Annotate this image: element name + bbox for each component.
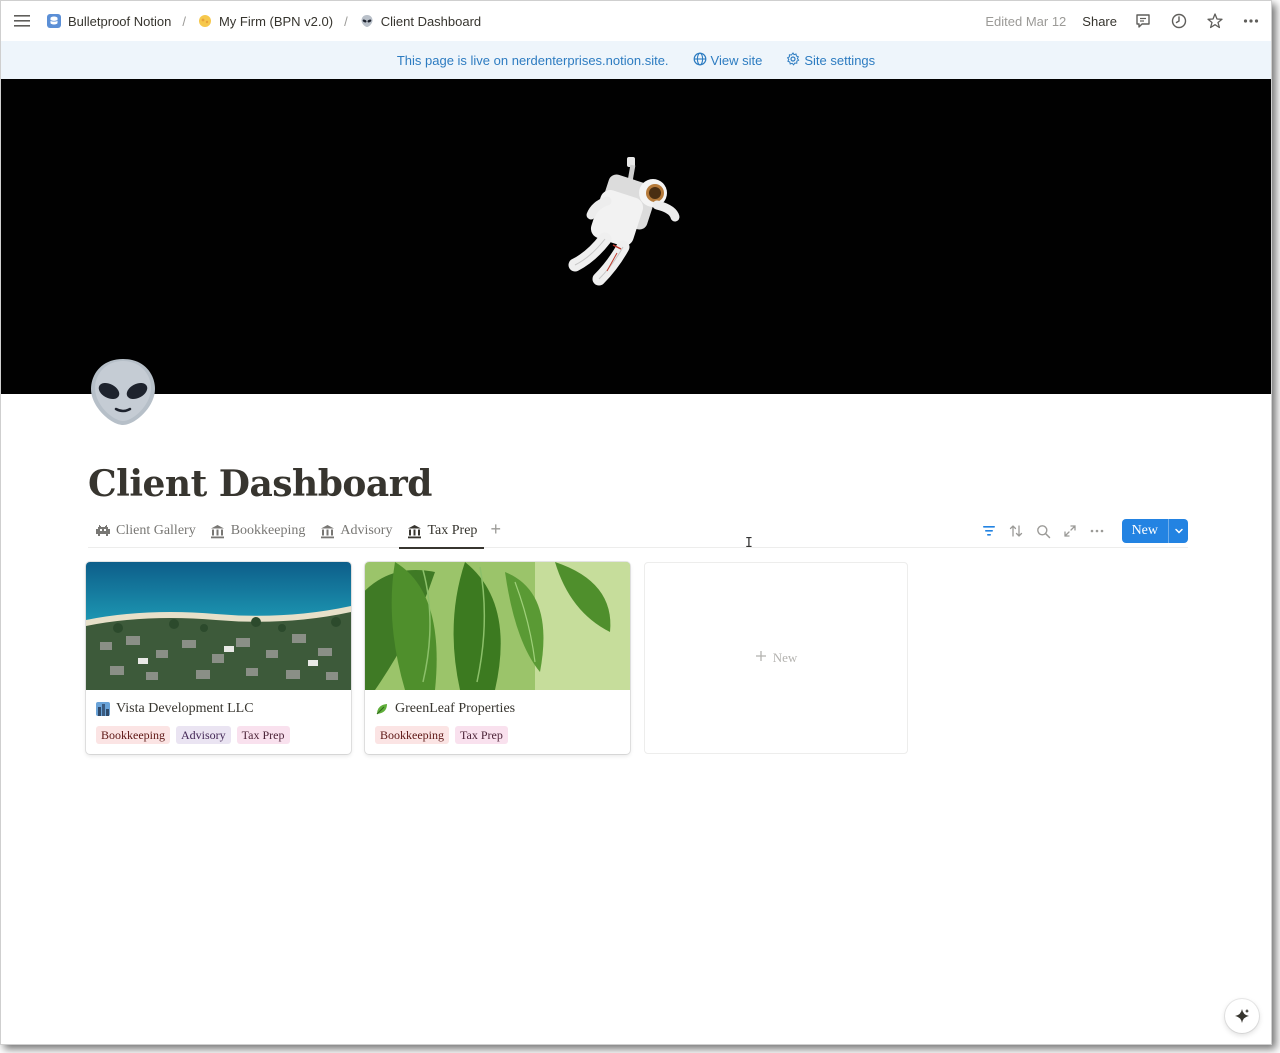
view-toolbar: New: [981, 519, 1188, 543]
plus-icon: [755, 650, 767, 666]
topbar-actions: Edited Mar 12 Share: [985, 11, 1261, 31]
tag-tax-prep: Tax Prep: [455, 726, 508, 744]
card-cover-aerial-coastline: [86, 562, 351, 690]
topbar: Bulletproof Notion / My Firm (BPN v2.0) …: [1, 1, 1271, 41]
tag-bookkeeping: Bookkeeping: [96, 726, 170, 744]
more-options-icon[interactable]: [1089, 523, 1106, 540]
breadcrumb-item-client-dashboard[interactable]: Client Dashboard: [356, 11, 484, 31]
breadcrumb-label: Bulletproof Notion: [68, 13, 172, 29]
breadcrumb-item-bulletproof-notion[interactable]: Bulletproof Notion: [43, 11, 174, 31]
tab-label: Client Gallery: [116, 523, 196, 538]
chevron-down-icon: [1174, 528, 1183, 534]
page-title[interactable]: Client Dashboard: [88, 463, 432, 505]
cityscape-icon: [96, 702, 110, 716]
astronaut-illustration: [568, 157, 680, 286]
leaf-icon: [375, 702, 389, 716]
sun-icon: [197, 13, 213, 29]
tag-bookkeeping: Bookkeeping: [375, 726, 449, 744]
breadcrumb: Bulletproof Notion / My Firm (BPN v2.0) …: [43, 11, 484, 31]
hamburger-menu-icon[interactable]: [11, 10, 33, 32]
tag-tax-prep: Tax Prep: [236, 726, 290, 744]
tab-bookkeeping[interactable]: Bookkeeping: [203, 515, 313, 548]
site-live-message[interactable]: This page is live on nerdenterprises.not…: [397, 53, 669, 68]
tab-label: Advisory: [340, 523, 393, 538]
bank-icon: [319, 523, 335, 539]
tab-label: Tax Prep: [427, 523, 478, 538]
gallery-card-vista-development[interactable]: Vista Development LLC Bookkeeping Adviso…: [86, 562, 351, 754]
gallery-card-greenleaf-properties[interactable]: GreenLeaf Properties Bookkeeping Tax Pre…: [365, 562, 630, 754]
new-card-label: New: [772, 650, 798, 665]
tab-advisory[interactable]: Advisory: [312, 515, 399, 548]
view-site-link[interactable]: View site: [693, 52, 763, 69]
search-icon[interactable]: [1035, 523, 1052, 540]
sparkle-icon: [1235, 1009, 1249, 1023]
tag-advisory: Advisory: [176, 726, 231, 744]
site-settings-label: Site settings: [804, 52, 876, 68]
tab-tax-prep[interactable]: Tax Prep: [399, 515, 485, 549]
clock-history-icon[interactable]: [1169, 11, 1189, 31]
new-button-group: New: [1121, 519, 1188, 543]
filter-icon[interactable]: [981, 523, 998, 540]
breadcrumb-label: My Firm (BPN v2.0): [218, 13, 334, 29]
edited-timestamp: Edited Mar 12: [985, 13, 1067, 29]
card-title-text: Vista Development LLC: [116, 701, 254, 716]
breadcrumb-separator: /: [344, 13, 348, 29]
tab-client-gallery[interactable]: Client Gallery: [88, 515, 203, 548]
new-button[interactable]: New: [1122, 519, 1168, 543]
page-icon-alien[interactable]: [87, 355, 159, 427]
database-view-tabs: Client Gallery Bookkeeping Advisory Tax …: [88, 515, 1188, 549]
notion-window: Bulletproof Notion / My Firm (BPN v2.0) …: [0, 0, 1272, 1045]
database-icon: [46, 13, 62, 29]
alien-icon: [359, 13, 375, 29]
bank-icon: [406, 523, 422, 539]
page-cover-image[interactable]: [1, 79, 1271, 394]
more-options-icon[interactable]: [1241, 11, 1261, 31]
card-title: Vista Development LLC: [86, 690, 351, 720]
breadcrumb-separator: /: [182, 13, 186, 29]
bank-icon: [210, 523, 226, 539]
view-site-label: View site: [710, 52, 763, 68]
space-invader-icon: [95, 523, 111, 539]
tab-label: Bookkeeping: [230, 523, 306, 538]
sort-icon[interactable]: [1008, 523, 1025, 540]
card-tags: Bookkeeping Tax Prep: [365, 720, 630, 750]
breadcrumb-item-my-firm[interactable]: My Firm (BPN v2.0): [194, 11, 336, 31]
breadcrumb-label: Client Dashboard: [380, 13, 482, 29]
card-tags: Bookkeeping Advisory Tax Prep: [86, 720, 351, 750]
new-dropdown-button[interactable]: [1168, 519, 1188, 543]
card-cover-green-leaves: [365, 562, 630, 690]
star-icon[interactable]: [1205, 11, 1225, 31]
new-card-button[interactable]: New: [644, 562, 908, 754]
card-title-text: GreenLeaf Properties: [395, 701, 516, 716]
gear-icon: [786, 51, 800, 69]
text-cursor-icon: I: [745, 536, 753, 551]
add-view-button[interactable]: +: [484, 519, 507, 540]
site-live-banner: This page is live on nerdenterprises.not…: [1, 41, 1271, 79]
comments-icon[interactable]: [1133, 11, 1153, 31]
globe-icon: [693, 52, 707, 69]
expand-icon[interactable]: [1062, 523, 1079, 540]
ai-assistant-button[interactable]: [1225, 999, 1259, 1033]
share-button[interactable]: Share: [1082, 14, 1117, 29]
site-settings-link[interactable]: Site settings: [786, 51, 876, 69]
card-title: GreenLeaf Properties: [365, 690, 630, 720]
